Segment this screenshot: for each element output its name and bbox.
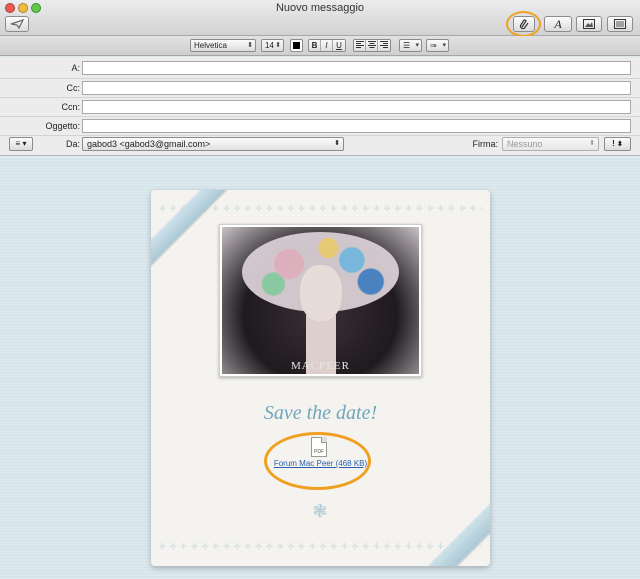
stepper-arrows-icon: ⬍ <box>247 42 253 49</box>
headline-text[interactable]: Save the date! <box>151 402 490 425</box>
subject-label: Oggetto: <box>45 121 80 131</box>
underline-button[interactable]: U <box>333 40 345 51</box>
priority-menu[interactable]: ! ⬍ <box>604 137 631 151</box>
window-titlebar: Nuovo messaggio A <box>0 0 640 37</box>
bcc-label: Ccn: <box>61 102 80 112</box>
flourish-icon: ❃ <box>312 501 328 521</box>
from-value: gabod3 <gabod3@gmail.com> <box>87 139 211 149</box>
photo-caption: MACPEER <box>291 360 350 372</box>
font-size-select[interactable]: 14 ⬍ <box>261 39 284 52</box>
subject-field[interactable] <box>82 119 631 133</box>
align-left-button[interactable] <box>354 40 366 51</box>
ribbon-decoration <box>151 190 228 267</box>
align-right-icon <box>380 41 388 48</box>
align-center-icon <box>367 41 376 48</box>
stepper-arrows-icon: ⬍ <box>275 42 281 49</box>
signature-label: Firma: <box>472 139 499 149</box>
bold-button[interactable]: B <box>309 40 321 51</box>
alignment-group <box>353 39 391 52</box>
chevron-down-icon: ▾ <box>415 42 419 49</box>
font-family-select[interactable]: Helvetica ⬍ <box>190 39 256 52</box>
signature-select[interactable]: Nessuno ⬍ <box>502 137 599 151</box>
fonts-label: A <box>554 16 562 31</box>
fonts-button[interactable]: A <box>544 16 572 32</box>
align-center-button[interactable] <box>366 40 378 51</box>
decorative-border: ✢✢✢✢✢✢✢✢✢✢✢✢✢✢✢✢✢✢✢✢✢✢✢✢✢✢✢✢✢✢✢✢✢✢✢✢ <box>159 542 482 551</box>
text-style-group: B I U <box>308 39 346 52</box>
indent-menu[interactable]: ⇒ ▾ <box>426 39 449 52</box>
list-icon: ☰ <box>403 41 411 50</box>
ribbon-decoration <box>424 476 490 566</box>
photo-image: MACPEER <box>222 227 419 374</box>
attachment-highlight-ring <box>264 432 371 490</box>
stepper-arrows-icon: ⬍ <box>617 141 623 148</box>
to-field[interactable] <box>82 61 631 75</box>
stepper-arrows-icon: ⬍ <box>589 140 595 147</box>
divider <box>0 78 640 79</box>
chevron-down-icon: ▾ <box>442 42 446 49</box>
photo-browser-icon <box>583 19 595 29</box>
from-select[interactable]: gabod3 <gabod3@gmail.com> ⬍ <box>82 137 344 151</box>
stationery-button[interactable] <box>607 16 633 32</box>
stationery-card: ✢✢✢✢✢✢✢✢✢✢✢✢✢✢✢✢✢✢✢✢✢✢✢✢✢✢✢✢✢✢ ✢✢✢✢✢✢ ✢✢✢… <box>151 190 490 566</box>
divider <box>0 135 640 136</box>
cc-field[interactable] <box>82 81 631 95</box>
align-left-icon <box>355 41 364 48</box>
format-bar: Helvetica ⬍ 14 ⬍ B I U ☰ ▾ ⇒ ▾ <box>0 36 640 56</box>
bcc-field[interactable] <box>82 100 631 114</box>
align-right-button[interactable] <box>378 40 390 51</box>
send-button[interactable] <box>5 16 29 32</box>
photo-browser-button[interactable] <box>576 16 602 32</box>
stepper-arrows-icon: ⬍ <box>334 140 340 147</box>
cc-label: Cc: <box>66 83 81 93</box>
divider <box>0 116 640 117</box>
message-headers: A: Cc: Ccn: Oggetto: ≡ ▾ Da: gabod3 <gab… <box>0 57 640 156</box>
font-size-value: 14 <box>265 41 274 50</box>
photo-face-graphic <box>300 265 342 321</box>
attach-highlight-ring <box>506 11 541 37</box>
divider <box>0 97 640 98</box>
font-family-value: Helvetica <box>194 41 227 50</box>
stationery-icon <box>614 19 626 29</box>
list-style-menu[interactable]: ☰ ▾ <box>399 39 422 52</box>
to-label: A: <box>71 63 80 73</box>
signature-value: Nessuno <box>507 139 543 149</box>
indent-icon: ⇒ <box>430 41 437 50</box>
photo-placeholder[interactable]: MACPEER <box>219 224 422 377</box>
text-color-button[interactable] <box>290 39 303 52</box>
priority-icon: ! <box>612 139 615 148</box>
from-label: Da: <box>65 139 80 149</box>
window-title: Nuovo messaggio <box>275 2 365 14</box>
paper-plane-icon <box>10 19 24 29</box>
italic-button[interactable]: I <box>321 40 333 51</box>
